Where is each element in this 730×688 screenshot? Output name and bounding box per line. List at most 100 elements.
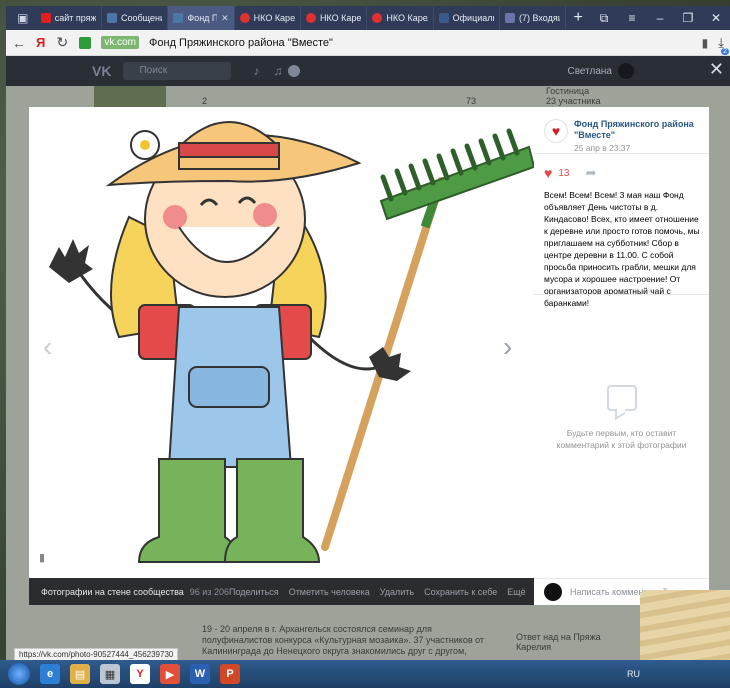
- empty-comments: Будьте первым, кто оставит комментарий к…: [534, 385, 709, 451]
- avatar: [544, 583, 562, 601]
- bookmark-icon[interactable]: ▮: [702, 36, 709, 50]
- tab-label: сайт пряжи: [54, 13, 97, 23]
- post-text: Всем! Всем! Всем! 3 мая наш Фонд объявля…: [544, 190, 700, 308]
- tag-person-button[interactable]: Отметить человека: [289, 587, 370, 597]
- tab-label: Сообщения: [121, 13, 162, 23]
- vk-user-menu[interactable]: Светлана: [567, 63, 634, 79]
- browser-window: ▣ сайт пряжи Сообщения Фонд Пря ✕ НКО Ка…: [6, 6, 730, 660]
- bg-side-block: Гостиница 23 участника: [546, 86, 601, 106]
- divider: [534, 153, 709, 154]
- bg-post-text: 19 - 20 апреля в г. Архангельск состоялс…: [202, 624, 485, 660]
- new-tab-button[interactable]: +: [566, 6, 590, 30]
- scarecrow-girl-illustration: [49, 121, 534, 563]
- taskbar: e ▤ ▦ Y ▶ W P RU: [0, 660, 730, 688]
- start-button[interactable]: [8, 663, 30, 685]
- tab-label: Фонд Пря: [187, 13, 217, 23]
- tab-4[interactable]: НКО Карел: [301, 6, 368, 30]
- vk-logo-icon[interactable]: VK: [92, 63, 111, 79]
- tab-favicon: [107, 13, 118, 23]
- minimize-icon[interactable]: –: [646, 6, 674, 30]
- chevron-left-icon[interactable]: ‹: [43, 331, 52, 363]
- word-icon[interactable]: W: [190, 664, 210, 684]
- photo-sidebar: ♥ Фонд Пряжинского района "Вместе" 25 ап…: [534, 107, 709, 605]
- bg-side-link: Ответ над на Пряжа Карелия: [516, 632, 601, 652]
- delete-button[interactable]: Удалить: [380, 587, 414, 597]
- group-header: ♥ Фонд Пряжинского района "Вместе" 25 ап…: [544, 119, 704, 153]
- tab-6[interactable]: Официальн: [434, 6, 500, 30]
- tab-label: (7) Входящ: [518, 13, 560, 23]
- yandex-home-icon[interactable]: Я: [36, 35, 45, 50]
- tab-favicon: [438, 13, 449, 23]
- play-icon[interactable]: [288, 65, 301, 77]
- tab-close-icon[interactable]: ✕: [221, 13, 229, 24]
- maximize-icon[interactable]: ❐: [674, 6, 702, 30]
- url-page-title[interactable]: Фонд Пряжинского района "Вместе": [149, 37, 333, 49]
- url-domain[interactable]: vk.com: [101, 36, 140, 49]
- share-button[interactable]: Поделиться: [229, 587, 279, 597]
- photo-area[interactable]: ‹ › ▮: [29, 107, 534, 578]
- reload-icon[interactable]: ↻: [55, 34, 69, 51]
- comments-icon: [606, 385, 637, 411]
- tab-2-active[interactable]: Фонд Пря ✕: [168, 6, 235, 30]
- window-controls: ⧉ ≡ – ❐ ✕: [590, 6, 730, 30]
- tab-favicon: [40, 13, 51, 23]
- chevron-right-icon[interactable]: ›: [503, 331, 512, 363]
- explorer-icon[interactable]: ▤: [70, 664, 90, 684]
- tag-icon[interactable]: ▮: [39, 551, 51, 565]
- like-bar: ♥ 13 ➦: [544, 165, 596, 181]
- yandex-browser-icon[interactable]: Y: [130, 664, 150, 684]
- tab-label: НКО Карел: [386, 13, 428, 23]
- empty-comments-text: Будьте первым, кто оставит комментарий к…: [556, 428, 687, 450]
- menu-icon[interactable]: ≡: [618, 6, 646, 30]
- tab-label: НКО Карел: [253, 13, 295, 23]
- close-icon[interactable]: ✕: [709, 59, 724, 80]
- media-icon[interactable]: ▶: [160, 664, 180, 684]
- tab-label: НКО Карел: [320, 13, 362, 23]
- tabs-overview-icon[interactable]: ⧉: [590, 6, 618, 30]
- language-indicator[interactable]: RU: [627, 669, 640, 679]
- vk-header: VK Поиск ♪ ♫ Светлана ✕: [6, 56, 730, 86]
- bg-view-count: 73: [466, 96, 477, 106]
- post-date[interactable]: 25 апр в 23:37: [574, 143, 704, 153]
- photo-viewer: ‹ › ▮ Фотографии на стене сообщества 96 …: [29, 107, 709, 605]
- more-button[interactable]: Ещё: [507, 587, 525, 597]
- tab-5[interactable]: НКО Карел: [367, 6, 434, 30]
- ie-icon[interactable]: e: [40, 664, 60, 684]
- photo-footer: Фотографии на стене сообщества 96 из 206…: [29, 578, 534, 605]
- group-logo-icon[interactable]: ♥: [544, 119, 568, 143]
- window-close-icon[interactable]: ✕: [702, 6, 730, 30]
- photo-actions: Поделиться Отметить человека Удалить Сох…: [229, 587, 526, 597]
- likes-count: 13: [558, 167, 570, 179]
- share-icon[interactable]: ➦: [585, 165, 596, 181]
- album-title[interactable]: Фотографии на стене сообщества: [41, 587, 184, 597]
- tab-favicon: [173, 13, 184, 23]
- powerpoint-icon[interactable]: P: [220, 664, 240, 684]
- tabs-menu-icon[interactable]: ▣: [10, 6, 36, 30]
- vk-search-input[interactable]: Поиск: [123, 62, 232, 80]
- group-name[interactable]: Фонд Пряжинского района "Вместе": [574, 119, 704, 141]
- status-url: https://vk.com/photo-90527444_456239730: [14, 648, 179, 660]
- tab-favicon: [239, 13, 250, 23]
- photo-counter: 96 из 206: [189, 586, 229, 597]
- save-button[interactable]: Сохранить к себе: [424, 587, 497, 597]
- tab-favicon: [372, 13, 383, 23]
- tab-0[interactable]: сайт пряжи: [36, 6, 103, 30]
- music-icon[interactable]: ♫: [273, 64, 282, 78]
- bg-like-count: 2: [202, 96, 208, 106]
- download-icon[interactable]: ⤓ 2: [718, 35, 729, 55]
- tab-7[interactable]: (7) Входящ: [500, 6, 567, 30]
- notepad-icon[interactable]: ▦: [100, 664, 120, 684]
- address-bar: ← Я ↻ vk.com Фонд Пряжинского района "Вм…: [6, 30, 730, 56]
- back-icon[interactable]: ←: [12, 35, 26, 51]
- download-count: 2: [721, 47, 729, 55]
- avatar: [618, 63, 634, 79]
- tab-label: Официальн: [452, 13, 494, 23]
- bell-icon[interactable]: ♪: [253, 64, 259, 78]
- lock-icon: [79, 36, 92, 49]
- vk-page: VK Поиск ♪ ♫ Светлана ✕ 2 73 Гостиница 2…: [6, 56, 730, 660]
- user-name: Светлана: [567, 65, 613, 77]
- tab-3[interactable]: НКО Карел: [235, 6, 301, 30]
- heart-icon[interactable]: ♥: [544, 165, 552, 181]
- tab-1[interactable]: Сообщения: [102, 6, 169, 30]
- tab-favicon: [306, 13, 316, 23]
